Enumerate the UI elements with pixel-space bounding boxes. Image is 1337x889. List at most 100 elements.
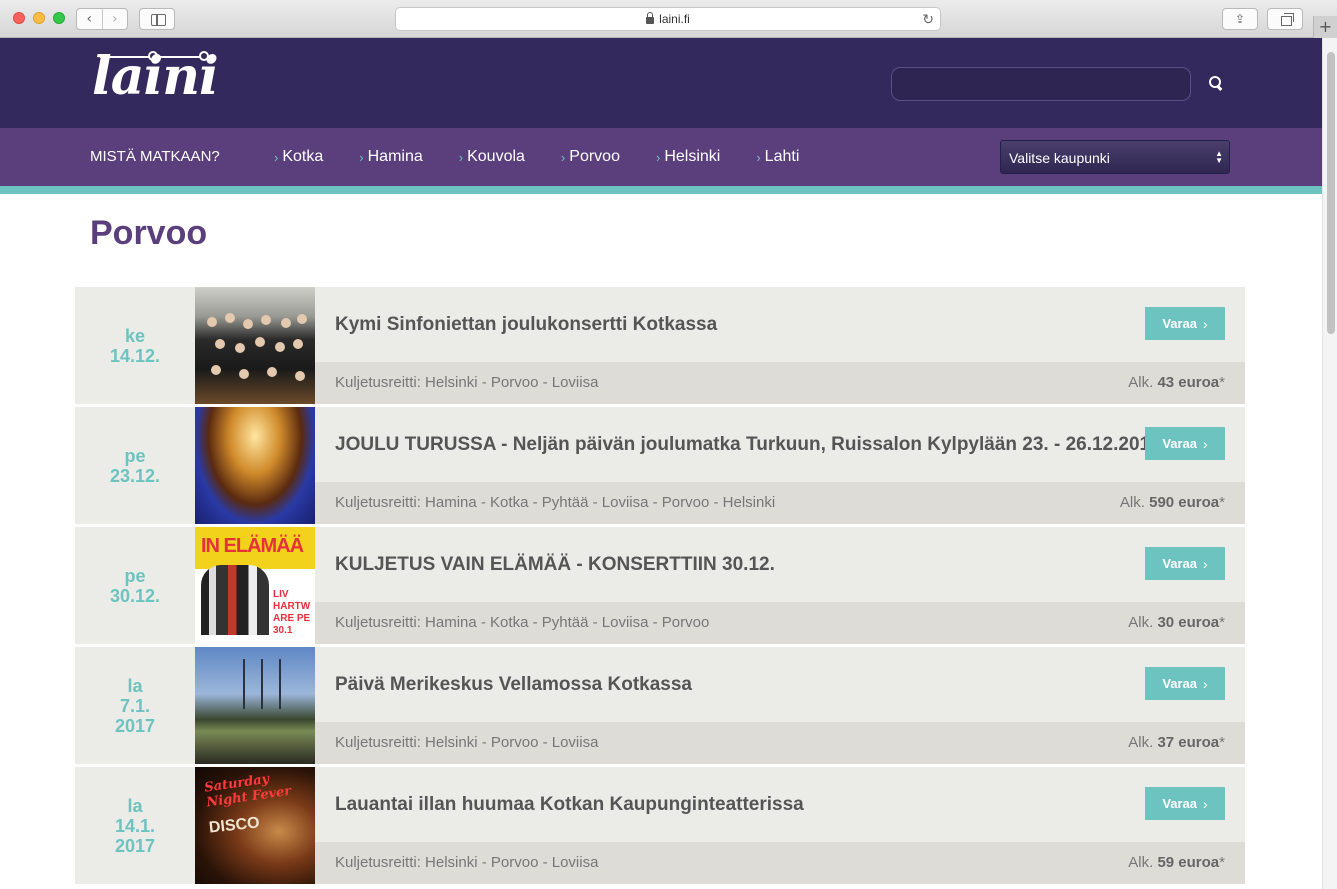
nav-link-helsinki[interactable]: › Helsinki xyxy=(656,148,720,166)
event-weekday: la xyxy=(127,675,143,696)
event-date: pe 30.12. xyxy=(75,527,195,644)
tab-overview-icon[interactable] xyxy=(1267,8,1303,30)
chevron-right-icon: › xyxy=(560,149,566,165)
reload-icon[interactable]: ↻ xyxy=(922,11,934,28)
event-weekday: la xyxy=(127,795,143,816)
event-title[interactable]: KULJETUS VAIN ELÄMÄÄ - KONSERTTIIN 30.12… xyxy=(335,554,775,576)
event-date: la 14.1. 2017 xyxy=(75,767,195,884)
nav-link-label: Lahti xyxy=(764,148,800,165)
event-image[interactable] xyxy=(195,647,315,764)
book-button[interactable]: Varaa › xyxy=(1145,667,1225,700)
event-row: la 7.1. 2017 Päivä Merikeskus Vellamossa… xyxy=(75,647,1245,764)
concert-poster: IN ELÄMÄÄ LIV HARTW ARE PE 30.1 xyxy=(195,527,315,644)
new-tab-icon[interactable]: + xyxy=(1313,16,1337,38)
event-image[interactable]: Saturday Night Fever DISCO xyxy=(195,767,315,884)
share-icon[interactable]: ⇪ xyxy=(1222,8,1258,30)
city-select-value: Valitse kaupunki xyxy=(1009,150,1110,166)
book-button-label: Varaa xyxy=(1162,556,1198,571)
chevron-right-icon: › xyxy=(458,149,464,165)
event-day-month: 30.12. xyxy=(109,585,161,606)
event-weekday: ke xyxy=(124,325,146,346)
event-info: Päivä Merikeskus Vellamossa Kotkassa Var… xyxy=(315,647,1245,764)
book-button-label: Varaa xyxy=(1162,676,1198,691)
event-row: pe 30.12. IN ELÄMÄÄ LIV HARTW ARE PE 30.… xyxy=(75,527,1245,644)
orchestra-photo xyxy=(195,287,315,404)
event-image[interactable] xyxy=(195,287,315,404)
close-window-button[interactable] xyxy=(13,12,25,24)
book-button[interactable]: Varaa › xyxy=(1145,307,1225,340)
event-route-bar: Kuljetusreitti: Hamina - Kotka - Pyhtää … xyxy=(315,602,1245,644)
museum-building-photo xyxy=(195,647,315,764)
event-price: Alk. 37 euroa* xyxy=(1128,734,1225,751)
site-header: laini xyxy=(0,38,1322,128)
event-price: Alk. 43 euroa* xyxy=(1128,374,1225,391)
chevron-right-icon: › xyxy=(655,149,661,165)
nav-link-hamina[interactable]: › Hamina xyxy=(359,148,422,166)
browser-toolbar: ‹ › laini.fi ↻ ⇪ + xyxy=(0,0,1337,38)
search-input[interactable] xyxy=(891,67,1191,101)
poster-side-text: DISCO xyxy=(208,814,261,837)
event-route: Kuljetusreitti: Helsinki - Porvoo - Lovi… xyxy=(335,734,599,751)
event-weekday: pe xyxy=(124,445,146,466)
event-date: pe 23.12. xyxy=(75,407,195,524)
event-day-month: 14.1. xyxy=(114,815,156,836)
nav-link-label: Porvoo xyxy=(569,148,620,165)
event-info: JOULU TURUSSA - Neljän päivän joulumatka… xyxy=(315,407,1245,524)
city-select[interactable]: Valitse kaupunki ▲ ▼ xyxy=(1000,140,1230,174)
event-info: KULJETUS VAIN ELÄMÄÄ - KONSERTTIIN 30.12… xyxy=(315,527,1245,644)
event-title[interactable]: Lauantai illan huumaa Kotkan Kaupunginte… xyxy=(335,794,804,816)
event-year: 2017 xyxy=(114,715,156,736)
nav-link-label: Helsinki xyxy=(664,148,721,165)
city-navigation: MISTÄ MATKAAN? › Kotka › Hamina › Kouvola ›… xyxy=(0,128,1322,194)
event-date: la 7.1. 2017 xyxy=(75,647,195,764)
nav-link-kouvola[interactable]: › Kouvola xyxy=(459,148,525,166)
event-image[interactable]: IN ELÄMÄÄ LIV HARTW ARE PE 30.1 xyxy=(195,527,315,644)
event-title[interactable]: Kymi Sinfoniettan joulukonsertti Kotkass… xyxy=(335,314,717,336)
event-route-bar: Kuljetusreitti: Helsinki - Porvoo - Lovi… xyxy=(315,362,1245,404)
event-route-bar: Kuljetusreitti: Helsinki - Porvoo - Lovi… xyxy=(315,722,1245,764)
page-scrollbar[interactable] xyxy=(1322,38,1337,889)
url-text: laini.fi xyxy=(659,12,690,26)
event-date: ke 14.12. xyxy=(75,287,195,404)
minimize-window-button[interactable] xyxy=(33,12,45,24)
event-year: 2017 xyxy=(114,835,156,856)
back-icon[interactable]: ‹ xyxy=(77,9,102,29)
event-image[interactable] xyxy=(195,407,315,524)
event-route-bar: Kuljetusreitti: Hamina - Kotka - Pyhtää … xyxy=(315,482,1245,524)
sidebar-toggle-icon[interactable] xyxy=(139,8,175,30)
book-button[interactable]: Varaa › xyxy=(1145,787,1225,820)
event-row: pe 23.12. JOULU TURUSSA - Neljän päivän … xyxy=(75,407,1245,524)
zoom-window-button[interactable] xyxy=(53,12,65,24)
chevron-right-icon: › xyxy=(1203,795,1208,812)
event-route: Kuljetusreitti: Hamina - Kotka - Pyhtää … xyxy=(335,494,776,511)
book-button-label: Varaa xyxy=(1162,796,1198,811)
event-title[interactable]: Päivä Merikeskus Vellamossa Kotkassa xyxy=(335,674,692,696)
chevron-right-icon: › xyxy=(1203,675,1208,692)
poster-side-text: LIV HARTW ARE PE 30.1 xyxy=(273,589,311,636)
event-title[interactable]: JOULU TURUSSA - Neljän päivän joulumatka… xyxy=(335,434,1161,456)
forward-icon[interactable]: › xyxy=(101,9,128,29)
city-links: › Kotka › Hamina › Kouvola › Porvoo › Helsink… xyxy=(274,148,835,166)
nav-link-porvoo[interactable]: › Porvoo xyxy=(561,148,620,166)
address-bar[interactable]: laini.fi ↻ xyxy=(395,7,941,31)
chevron-right-icon: › xyxy=(756,149,761,165)
chevron-right-icon: › xyxy=(1203,555,1208,572)
chevron-right-icon: › xyxy=(1203,435,1208,452)
event-route: Kuljetusreitti: Helsinki - Porvoo - Lovi… xyxy=(335,374,599,391)
web-page: laini MISTÄ MATKAAN? › Kotka › Hamina › Kou… xyxy=(0,38,1322,889)
event-list: ke 14.12. Kymi Sinfoniettan joulukonsert… xyxy=(75,287,1245,887)
nav-link-label: Hamina xyxy=(367,148,423,165)
site-logo[interactable]: laini xyxy=(92,46,219,107)
search-icon[interactable] xyxy=(1209,76,1221,88)
chevron-right-icon: › xyxy=(1203,315,1208,332)
nav-link-lahti[interactable]: › Lahti xyxy=(756,148,799,166)
scrollbar-thumb[interactable] xyxy=(1327,52,1335,334)
book-button[interactable]: Varaa › xyxy=(1145,547,1225,580)
nav-link-kotka[interactable]: › Kotka xyxy=(274,148,323,166)
nav-link-label: Kotka xyxy=(282,148,324,165)
book-button-label: Varaa xyxy=(1162,436,1198,451)
book-button[interactable]: Varaa › xyxy=(1145,427,1225,460)
chevron-right-icon: › xyxy=(274,149,279,165)
spa-pool-photo xyxy=(195,407,315,524)
event-info: Lauantai illan huumaa Kotkan Kaupunginte… xyxy=(315,767,1245,884)
